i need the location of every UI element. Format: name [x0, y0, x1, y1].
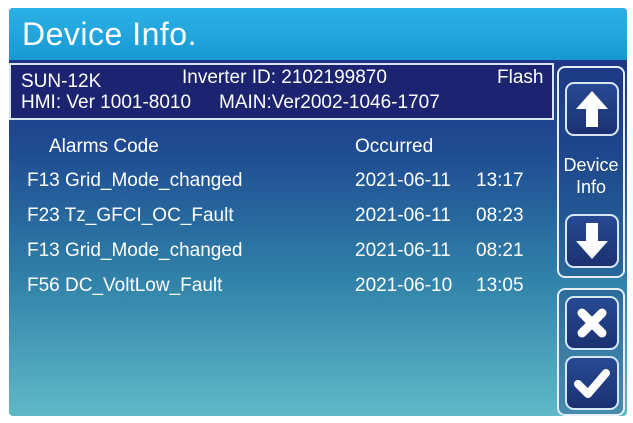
scroll-down-button[interactable] — [565, 214, 619, 268]
flash-label: Flash — [497, 67, 544, 88]
checkmark-icon — [574, 369, 610, 398]
arrow-down-icon — [576, 223, 608, 259]
confirm-button[interactable] — [565, 356, 619, 410]
alarm-code: F13 Grid_Mode_changed — [27, 170, 243, 191]
hmi-version: HMI: Ver 1001-8010 — [21, 92, 192, 113]
close-button[interactable] — [565, 296, 619, 350]
device-info-panel: SUN-12K Inverter ID: 2102199870 Flash HM… — [9, 63, 554, 120]
alarm-code: F56 DC_VoltLow_Fault — [27, 275, 223, 296]
alarm-date: 2021-06-11 — [355, 240, 451, 261]
side-button-bar: Device Info — [557, 66, 627, 416]
main-version: MAIN:Ver2002-1046-1707 — [219, 92, 440, 113]
page-title: Device Info. — [22, 16, 197, 52]
action-button-group — [557, 288, 625, 416]
navigation-button-group: Device Info — [557, 66, 625, 278]
device-info-screen: Device Info. SUN-12K Inverter ID: 210219… — [9, 8, 627, 416]
title-bar: Device Info. — [9, 8, 627, 60]
device-info-label-line1: Device — [563, 155, 619, 175]
device-info-label-line2: Info — [575, 177, 607, 197]
device-model: SUN-12K — [21, 71, 102, 92]
device-info-button[interactable]: Device Info — [559, 154, 623, 198]
alarm-date: 2021-06-10 — [355, 275, 453, 296]
alarm-time: 08:23 — [476, 205, 524, 226]
alarm-time: 13:05 — [476, 275, 524, 296]
scroll-up-button[interactable] — [565, 82, 619, 136]
alarm-code: F13 Grid_Mode_changed — [27, 240, 243, 261]
inverter-id: Inverter ID: 2102199870 — [182, 67, 387, 88]
alarm-date: 2021-06-11 — [355, 205, 451, 226]
column-header-occurred: Occurred — [355, 136, 434, 157]
alarm-code: F23 Tz_GFCI_OC_Fault — [27, 205, 234, 226]
alarms-table: Alarms Code Occurred F13 Grid_Mode_chang… — [9, 126, 554, 416]
alarm-time: 13:17 — [476, 170, 524, 191]
arrow-up-icon — [576, 91, 608, 127]
alarm-date: 2021-06-11 — [355, 170, 451, 191]
close-icon — [577, 308, 607, 338]
alarm-time: 08:21 — [476, 240, 524, 261]
column-header-alarms-code: Alarms Code — [49, 136, 159, 157]
